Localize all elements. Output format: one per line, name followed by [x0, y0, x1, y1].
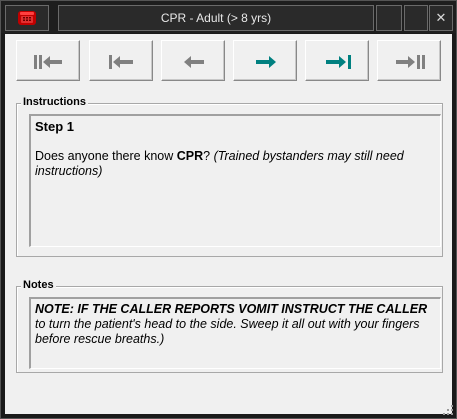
title-bar[interactable]: CPR - Adult (> 8 yrs) ✕ — [1, 1, 456, 33]
double-bar-left-arrow-icon — [34, 55, 62, 69]
question-suffix: ? — [203, 149, 214, 163]
client-area: Instructions Step 1 Does anyone there kn… — [5, 34, 452, 414]
notes-text[interactable]: NOTE: IF THE CALLER REPORTS VOMIT INSTRU… — [29, 297, 441, 369]
notes-label: Notes — [21, 279, 56, 291]
question-prefix: Does anyone there know — [35, 149, 177, 163]
right-arrow-double-bar-icon — [396, 55, 425, 69]
note-instruction: to turn the patient's head to the side. … — [35, 317, 420, 346]
note-warning: NOTE: IF THE CALLER REPORTS VOMIT INSTRU… — [35, 302, 428, 316]
right-arrow-icon — [256, 56, 276, 68]
telephone-icon[interactable] — [5, 5, 49, 31]
close-icon: ✕ — [435, 10, 447, 25]
next-button[interactable] — [233, 40, 297, 81]
previous-section-button[interactable] — [89, 40, 153, 81]
next-section-button[interactable] — [305, 40, 369, 81]
close-button[interactable]: ✕ — [429, 5, 453, 31]
resize-grip-icon[interactable] — [440, 402, 454, 416]
window-title: CPR - Adult (> 8 yrs) — [58, 5, 374, 31]
maximize-button[interactable] — [404, 5, 428, 31]
instructions-label: Instructions — [21, 96, 88, 108]
right-arrow-bar-icon — [326, 55, 351, 69]
minimize-button[interactable] — [376, 5, 402, 31]
instructions-group: Instructions Step 1 Does anyone there kn… — [16, 96, 443, 257]
cpr-window: CPR - Adult (> 8 yrs) ✕ Instructions Ste… — [0, 0, 457, 419]
instructions-text[interactable]: Step 1 Does anyone there know CPR? (Trai… — [29, 114, 441, 247]
question-keyword: CPR — [176, 149, 204, 163]
notes-group: Notes NOTE: IF THE CALLER REPORTS VOMIT … — [16, 279, 443, 373]
bar-left-arrow-icon — [109, 55, 133, 69]
step-title: Step 1 — [35, 119, 75, 134]
last-step-button[interactable] — [377, 40, 441, 81]
previous-button[interactable] — [161, 40, 225, 81]
left-arrow-icon — [184, 56, 204, 68]
first-step-button[interactable] — [16, 40, 80, 81]
